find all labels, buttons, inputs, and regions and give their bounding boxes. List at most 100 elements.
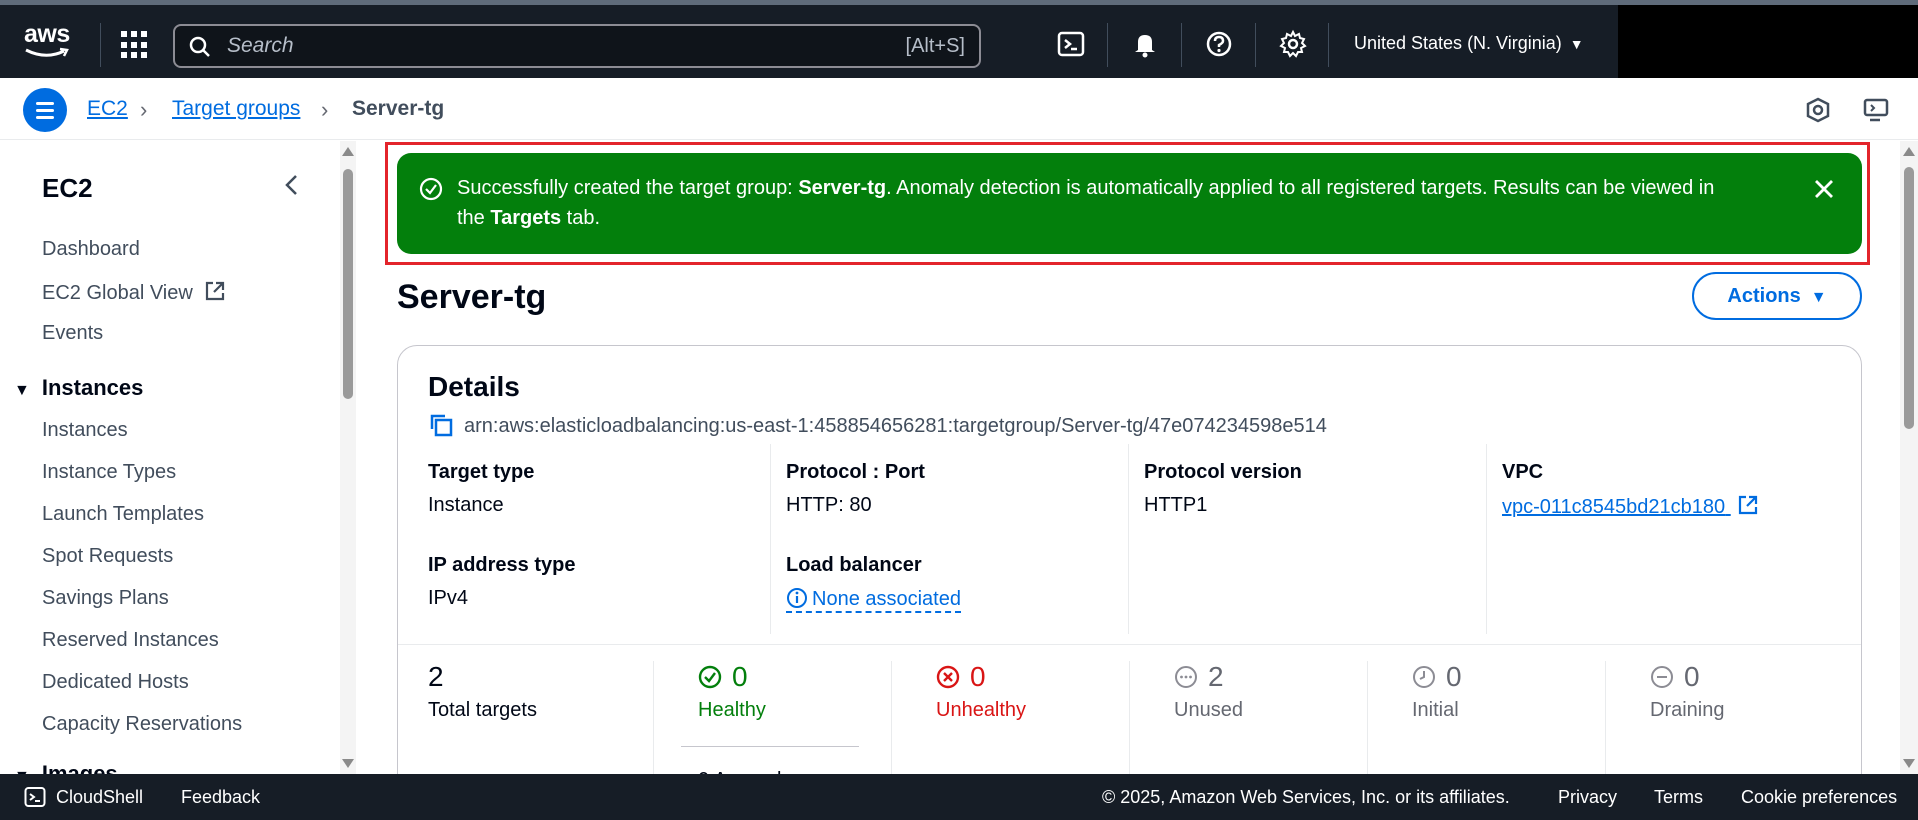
scroll-up-arrow[interactable] [342, 147, 354, 156]
sidebar-section-images[interactable]: ▼Images [14, 761, 118, 774]
scroll-down-arrow[interactable] [1903, 759, 1915, 768]
side-navigation-toggle[interactable] [23, 88, 67, 132]
sidebar-item-dedicated-hosts[interactable]: Dedicated Hosts [42, 671, 189, 694]
details-card: Details arn:aws:elasticloadbalancing:us-… [397, 345, 1862, 806]
sidebar-section-label: Instances [41, 375, 144, 400]
stat-number: 2 [1208, 661, 1224, 692]
protocol-port-label: Protocol : Port [786, 461, 925, 483]
footer-cookie-preferences[interactable]: Cookie preferences [1741, 787, 1897, 808]
sidebar-title: EC2 [42, 173, 93, 203]
breadcrumb-bar: EC2 › Target groups › Server-tg [0, 78, 1918, 140]
target-type-value: Instance [428, 494, 504, 516]
aws-logo[interactable]: aws [24, 21, 74, 61]
info-icon [787, 588, 807, 608]
vpc-value: vpc-011c8545bd21cb180 [1502, 496, 1726, 518]
sidebar-item-reserved-instances[interactable]: Reserved Instances [42, 629, 219, 652]
breadcrumb-target-groups[interactable]: Target groups [172, 97, 300, 121]
stat-total-value: 2 [428, 661, 537, 693]
external-link-icon [206, 281, 225, 301]
stat-initial-value: 0 [1412, 661, 1462, 693]
load-balancer-field: Load balancer None associated [786, 554, 961, 613]
nav-divider [100, 23, 101, 67]
help-icon[interactable] [1204, 29, 1234, 59]
scroll-down-arrow[interactable] [342, 759, 354, 768]
footer: CloudShell Feedback © 2025, Amazon Web S… [0, 774, 1918, 820]
sidebar-scrollbar[interactable] [340, 141, 356, 774]
services-menu-icon[interactable] [121, 31, 149, 59]
notifications-panel-icon[interactable] [1804, 96, 1832, 124]
tools-panel-icon[interactable] [1862, 96, 1890, 124]
column-divider [770, 444, 771, 634]
vpc-field: VPC vpc-011c8545bd21cb180 [1502, 461, 1759, 519]
stat-number: 0 [732, 661, 748, 692]
stat-unhealthy-label: Unhealthy [936, 699, 1027, 721]
scroll-up-arrow[interactable] [1903, 147, 1915, 156]
caret-down-icon: ▼ [1810, 288, 1827, 306]
stat-draining-value: 0 [1650, 661, 1724, 693]
settings-gear-icon[interactable] [1278, 29, 1308, 59]
scrollbar-thumb[interactable] [1904, 167, 1914, 429]
flash-text-suffix: tab. [561, 207, 601, 229]
footer-terms[interactable]: Terms [1654, 787, 1703, 808]
copy-icon[interactable] [428, 412, 454, 438]
sidebar-item-launch-templates[interactable]: Launch Templates [42, 503, 204, 526]
sidebar-item-savings-plans[interactable]: Savings Plans [42, 587, 169, 610]
arn-value: arn:aws:elasticloadbalancing:us-east-1:4… [464, 415, 1327, 437]
actions-label: Actions [1727, 284, 1801, 307]
stat-initial-label: Initial [1412, 699, 1459, 721]
stat-unused: 2 Unused [1174, 661, 1243, 722]
search-box[interactable]: [Alt+S] [173, 24, 981, 68]
collapse-sidebar-icon[interactable] [280, 171, 304, 199]
cloudshell-icon[interactable] [24, 786, 46, 808]
footer-feedback[interactable]: Feedback [181, 787, 260, 808]
sidebar-item-capacity-reservations[interactable]: Capacity Reservations [42, 713, 242, 736]
aws-smile-icon [25, 47, 69, 57]
stat-number: 0 [1684, 661, 1700, 692]
column-divider [1128, 444, 1129, 634]
side-navigation: EC2 Dashboard EC2 Global View Events ▼ In… [0, 141, 342, 774]
stat-draining: 0 Draining [1650, 661, 1724, 722]
footer-cloudshell[interactable]: CloudShell [56, 787, 143, 808]
status-stopped-icon [1175, 666, 1197, 688]
scrollbar-thumb[interactable] [343, 169, 353, 399]
main-scrollbar[interactable] [1900, 141, 1918, 774]
column-divider [1486, 444, 1487, 634]
stat-unhealthy: 0 Unhealthy [936, 661, 1026, 722]
load-balancer-link[interactable]: None associated [786, 587, 961, 613]
notifications-bell-icon[interactable] [1130, 29, 1160, 59]
cloudshell-icon[interactable] [1056, 29, 1086, 59]
status-positive-icon [698, 665, 722, 689]
footer-privacy[interactable]: Privacy [1558, 787, 1617, 808]
caret-down-icon: ▼ [14, 382, 30, 399]
vpc-link[interactable]: vpc-011c8545bd21cb180 [1502, 494, 1759, 519]
stat-total-targets: 2 Total targets [428, 661, 537, 722]
status-negative-icon [936, 665, 960, 689]
sidebar-item-spot-requests[interactable]: Spot Requests [42, 545, 173, 568]
nav-divider [1255, 23, 1256, 67]
sidebar-item-events[interactable]: Events [42, 322, 103, 345]
region-selector[interactable]: United States (N. Virginia) ▼ [1354, 33, 1584, 54]
search-input[interactable] [227, 32, 827, 60]
breadcrumb-ec2[interactable]: EC2 [87, 97, 128, 121]
stat-unused-value: 2 [1174, 661, 1243, 693]
redacted-area [1618, 5, 1918, 83]
flash-target-group-name: Server-tg [798, 177, 887, 199]
sidebar-section-instances[interactable]: ▼ Instances [14, 375, 143, 401]
external-link-icon [1738, 495, 1757, 515]
stat-healthy-value: 0 [698, 661, 766, 693]
stat-unused-label: Unused [1174, 699, 1243, 721]
nav-divider [1328, 23, 1329, 67]
arn-row: arn:aws:elasticloadbalancing:us-east-1:4… [428, 412, 1327, 438]
protocol-version-value: HTTP1 [1144, 494, 1208, 516]
sidebar-item-dashboard[interactable]: Dashboard [42, 238, 140, 261]
sidebar-item-global-view[interactable]: EC2 Global View [42, 280, 226, 305]
target-type-field: Target type Instance [428, 461, 534, 517]
sidebar-item-instances[interactable]: Instances [42, 419, 128, 442]
actions-button[interactable]: Actions ▼ [1692, 272, 1862, 320]
load-balancer-value: None associated [812, 588, 961, 610]
close-icon[interactable] [1812, 177, 1836, 201]
sidebar-item-instance-types[interactable]: Instance Types [42, 461, 176, 484]
flash-tab-name: Targets [490, 207, 562, 229]
search-icon [189, 36, 210, 57]
nav-divider [1181, 23, 1182, 67]
